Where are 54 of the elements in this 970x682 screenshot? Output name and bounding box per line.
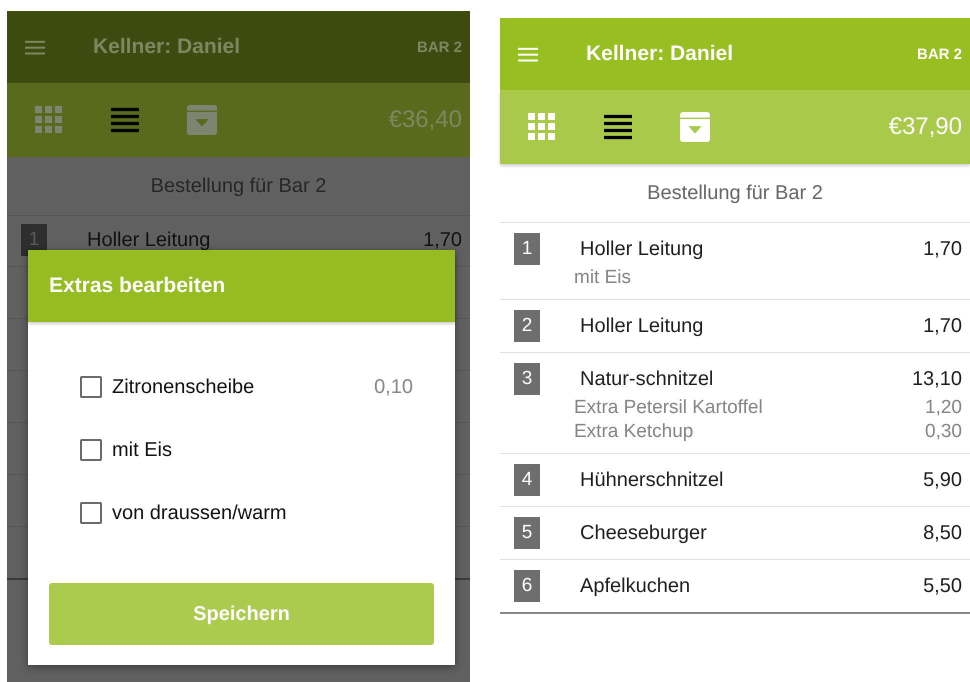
option-label: mit Eis — [112, 438, 173, 462]
item-price: 13,10 — [912, 368, 962, 390]
item-number: 2 — [514, 310, 540, 342]
menu-icon[interactable] — [518, 46, 538, 62]
extra-name: Extra Ketchup — [574, 421, 694, 443]
order-item[interactable]: 4 Hühnerschnitzel 5,90 — [500, 454, 970, 507]
menu-icon[interactable] — [25, 40, 45, 54]
item-number: 1 — [514, 233, 540, 265]
order-item[interactable]: 6 Apfelkuchen 5,50 — [500, 560, 970, 614]
grid-view-icon[interactable] — [528, 113, 556, 141]
waiter-title: Kellner: Daniel — [586, 42, 734, 66]
item-number: 5 — [514, 517, 540, 549]
item-name: Holler Leitung — [580, 314, 704, 338]
extra-name: Extra Petersil Kartoffel — [574, 397, 764, 419]
order-item[interactable]: 5 Cheeseburger 8,50 — [500, 507, 970, 560]
dialog-title: Extras bearbeiten — [49, 274, 226, 298]
order-total: €36,40 — [388, 106, 462, 134]
item-name: Holler Leitung — [87, 228, 212, 252]
order-item[interactable]: 2 Holler Leitung 1,70 — [500, 300, 970, 353]
item-price: 5,90 — [923, 468, 962, 492]
download-box-icon[interactable] — [187, 105, 217, 135]
extra-price: 1,20 — [925, 397, 962, 419]
item-price: 1,70 — [923, 238, 962, 260]
order-title: Bestellung für Bar 2 — [7, 157, 470, 216]
item-name: Hühnerschnitzel — [580, 468, 724, 492]
table-label: BAR 2 — [916, 46, 962, 62]
extra-price: 0,30 — [925, 421, 962, 443]
item-price: 5,50 — [923, 574, 962, 598]
item-number: 4 — [514, 464, 540, 496]
option-label: Zitronenscheibe — [112, 376, 256, 398]
item-name: Apfelkuchen — [580, 574, 692, 598]
grid-view-icon[interactable] — [35, 106, 63, 134]
order-total: €37,90 — [888, 113, 962, 141]
item-name: Natur-schnitzel — [580, 368, 714, 390]
item-price: 1,70 — [923, 314, 962, 338]
item-name: Holler Leitung — [580, 238, 704, 260]
item-number: 6 — [514, 570, 540, 602]
extra-name: mit Eis — [574, 267, 632, 289]
list-view-icon[interactable] — [604, 113, 632, 141]
option-price: 0,10 — [374, 376, 413, 398]
item-number: 3 — [514, 363, 540, 395]
waiter-title: Kellner: Daniel — [93, 35, 242, 59]
table-label: BAR 2 — [416, 38, 462, 56]
item-price: 8,50 — [923, 522, 962, 544]
checkbox[interactable] — [80, 502, 102, 524]
checkbox[interactable] — [80, 439, 102, 461]
item-name: Cheeseburger — [580, 522, 708, 544]
order-item[interactable]: 3 Natur-schnitzel 13,10 Extra Petersil Kartoffel 1,20 Extra Ketchup 0,30 — [500, 353, 970, 454]
order-item[interactable]: 1 Holler Leitung 1,70 mit Eis — [500, 223, 970, 300]
option-label: von draussen/warm — [112, 502, 288, 524]
download-box-icon[interactable] — [680, 112, 710, 142]
order-title: Bestellung für Bar 2 — [500, 164, 970, 223]
item-price: 1,70 — [423, 228, 462, 252]
checkbox[interactable] — [80, 376, 102, 398]
